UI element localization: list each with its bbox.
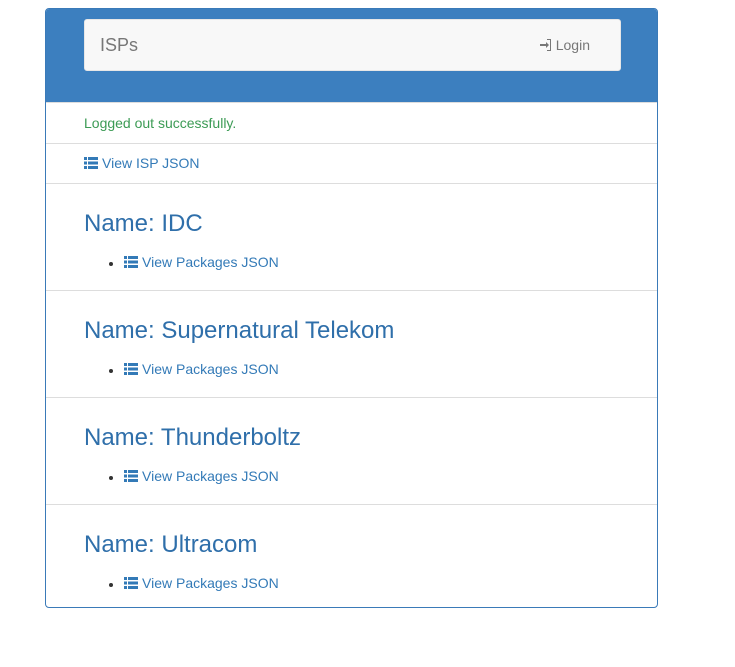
- list-icon: [124, 470, 138, 482]
- isp-item: Name: Supernatural Telekom View Packages…: [46, 290, 657, 397]
- panel-heading: ISPs Login: [46, 9, 657, 102]
- view-packages-json-link[interactable]: View Packages JSON: [124, 466, 279, 486]
- view-isp-json-link[interactable]: View ISP JSON: [84, 155, 200, 171]
- view-packages-json-label: View Packages JSON: [142, 361, 279, 377]
- isp-link-list: View Packages JSON: [84, 466, 279, 487]
- isp-name: Name: Supernatural Telekom: [84, 317, 395, 344]
- brand-link[interactable]: ISPs: [100, 20, 138, 70]
- isp-link-list: View Packages JSON: [84, 252, 279, 273]
- view-packages-json-link[interactable]: View Packages JSON: [124, 573, 279, 593]
- list-icon: [124, 363, 138, 375]
- login-link[interactable]: Login: [539, 20, 590, 70]
- isp-name: Name: Thunderboltz: [84, 424, 302, 451]
- flash-message: Logged out successfully.: [84, 115, 237, 131]
- sign-in-icon: [539, 39, 551, 51]
- isp-item: Name: Ultracom View Packages JSON: [46, 504, 657, 607]
- login-label: Login: [555, 37, 590, 53]
- list-icon: [124, 577, 138, 589]
- isp-name: Name: IDC: [84, 210, 203, 237]
- isp-name: Name: Ultracom: [84, 531, 258, 558]
- list-item: View Packages JSON: [124, 252, 279, 273]
- isp-json-row: View ISP JSON: [46, 143, 657, 183]
- list-item: View Packages JSON: [124, 466, 279, 487]
- main-panel: ISPs Login Logged out successfully. View…: [45, 8, 658, 608]
- isp-item: Name: IDC View Packages JSON: [46, 183, 657, 290]
- list-icon: [124, 256, 138, 268]
- navbar: ISPs Login: [84, 19, 621, 71]
- isp-item: Name: Thunderboltz View Packages JSON: [46, 397, 657, 504]
- list-item: View Packages JSON: [124, 573, 279, 594]
- view-packages-json-label: View Packages JSON: [142, 468, 279, 484]
- list-icon: [84, 157, 98, 169]
- flash-row: Logged out successfully.: [46, 102, 657, 143]
- list-item: View Packages JSON: [124, 359, 279, 380]
- view-packages-json-label: View Packages JSON: [142, 575, 279, 591]
- view-packages-json-label: View Packages JSON: [142, 254, 279, 270]
- isp-link-list: View Packages JSON: [84, 573, 279, 594]
- view-packages-json-link[interactable]: View Packages JSON: [124, 252, 279, 272]
- isp-link-list: View Packages JSON: [84, 359, 279, 380]
- view-isp-json-label: View ISP JSON: [102, 155, 200, 171]
- view-packages-json-link[interactable]: View Packages JSON: [124, 359, 279, 379]
